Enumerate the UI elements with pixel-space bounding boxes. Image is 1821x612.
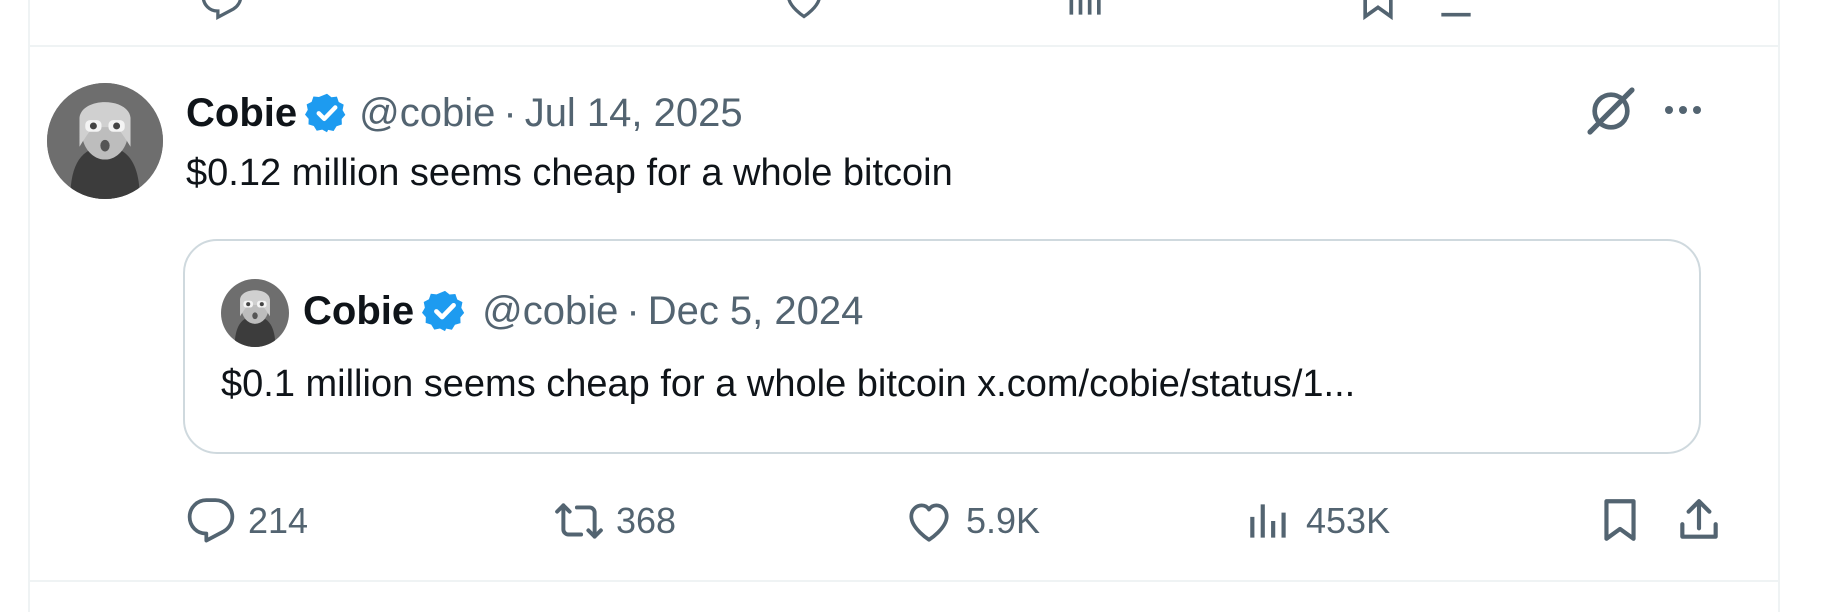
verified-badge-icon bbox=[422, 288, 468, 334]
repost-count: 368 bbox=[616, 500, 677, 541]
reply-count: 214 bbox=[248, 500, 309, 541]
like-icon[interactable] bbox=[782, 0, 826, 27]
quoted-header: Cobie @cobie · Dec 5, 2024 bbox=[303, 285, 863, 337]
avatar[interactable] bbox=[47, 83, 163, 199]
author-handle[interactable]: @cobie bbox=[359, 91, 495, 136]
bookmark-icon bbox=[1595, 499, 1645, 549]
like-count: 5.9K bbox=[966, 500, 1041, 541]
share-button[interactable] bbox=[1674, 495, 1724, 547]
like-button[interactable]: 5.9K bbox=[904, 495, 1040, 547]
more-icon[interactable] bbox=[1659, 86, 1707, 134]
divider bbox=[30, 580, 1778, 582]
repost-icon bbox=[554, 496, 604, 546]
views-button[interactable]: 453K bbox=[1244, 495, 1390, 547]
quoted-date: Dec 5, 2024 bbox=[647, 288, 864, 333]
tweet-text: $0.12 million seems cheap for a whole bi… bbox=[186, 152, 953, 194]
view-count: 453K bbox=[1306, 500, 1391, 541]
quoted-handle: @cobie bbox=[482, 288, 619, 333]
meta-separator: · bbox=[626, 288, 640, 333]
verified-badge-icon bbox=[305, 91, 349, 135]
tweet-date[interactable]: Jul 14, 2025 bbox=[525, 91, 743, 136]
tweet-actions: 214 368 5.9K 453K bbox=[186, 495, 1726, 547]
quoted-text: $0.1 million seems cheap for a whole bit… bbox=[221, 363, 1356, 405]
quoted-author-name: Cobie bbox=[303, 288, 415, 333]
repost-button[interactable]: 368 bbox=[554, 495, 676, 547]
reply-button[interactable]: 214 bbox=[186, 495, 308, 547]
author-name[interactable]: Cobie bbox=[186, 91, 297, 136]
share-icon[interactable] bbox=[1434, 0, 1478, 27]
share-icon bbox=[1674, 499, 1724, 549]
reply-icon[interactable] bbox=[200, 0, 244, 27]
views-icon bbox=[1244, 496, 1294, 546]
quoted-avatar[interactable] bbox=[221, 279, 289, 347]
bookmark-button[interactable] bbox=[1595, 495, 1645, 547]
views-icon[interactable] bbox=[1064, 0, 1108, 27]
tweet-header: Cobie @cobie · Jul 14, 2025 bbox=[186, 88, 743, 138]
meta-separator: · bbox=[503, 90, 517, 135]
quoted-tweet[interactable]: Cobie @cobie · Dec 5, 2024 $0.1 million … bbox=[183, 239, 1701, 454]
grok-icon[interactable] bbox=[1583, 83, 1639, 139]
previous-tweet-actions bbox=[30, 0, 1778, 21]
reply-icon bbox=[186, 496, 236, 546]
divider bbox=[30, 45, 1778, 47]
like-icon bbox=[904, 496, 954, 546]
bookmark-icon[interactable] bbox=[1356, 0, 1400, 27]
